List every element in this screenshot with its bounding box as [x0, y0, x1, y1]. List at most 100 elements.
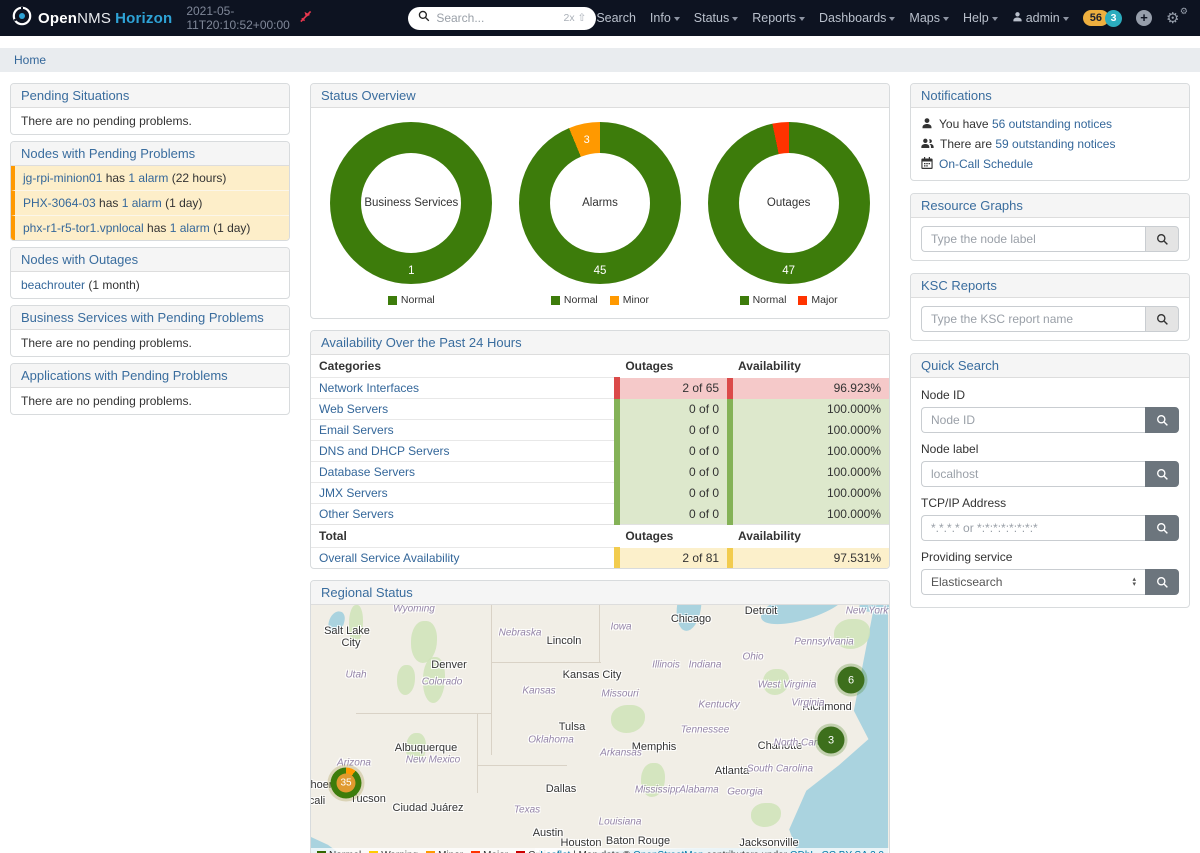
brand[interactable]: OpenNMSHorizon	[12, 6, 172, 31]
row-text: has	[96, 196, 122, 210]
category-link[interactable]: Overall Service Availability	[319, 551, 460, 565]
node-label-input[interactable]	[921, 461, 1145, 487]
nav-item-info[interactable]: Info	[650, 11, 680, 25]
map-state-label: New York	[846, 606, 889, 617]
map-cluster-marker[interactable]: 6	[838, 667, 865, 694]
category-link[interactable]: Other Servers	[319, 507, 394, 521]
category-cell: Overall Service Availability	[311, 548, 617, 569]
ip-address-input[interactable]	[921, 515, 1145, 541]
donut-legend: NormalMajor	[699, 294, 879, 306]
panel-title: KSC Reports	[911, 274, 1189, 298]
field-label-node-label: Node label	[921, 442, 1179, 456]
availability-header-row: CategoriesOutagesAvailability	[311, 355, 889, 378]
nav-item-status[interactable]: Status	[694, 11, 738, 25]
map-state-label: Colorado	[422, 677, 463, 688]
alarm-link[interactable]: 1 alarm	[170, 221, 210, 235]
category-link[interactable]: Email Servers	[319, 423, 394, 437]
regional-status-map[interactable]: DetroitChicagoLincolnSalt LakeCityDenver…	[311, 605, 889, 853]
donut-total-value: 1	[330, 265, 492, 277]
brand-nms: NMS	[77, 10, 111, 27]
ip-address-search-button[interactable]	[1145, 515, 1179, 541]
map-cluster-marker[interactable]: 35	[331, 768, 362, 799]
chevron-down-icon	[943, 17, 949, 21]
nav-item-reports[interactable]: Reports	[752, 11, 805, 25]
state-border-line	[477, 713, 478, 793]
ksc-reports-panel: KSC Reports	[910, 273, 1190, 341]
global-search-input[interactable]	[436, 11, 557, 25]
user-notices-link[interactable]: 56 outstanding notices	[992, 117, 1112, 131]
availability-cell: 97.531%	[730, 548, 889, 569]
nav-item-label: Reports	[752, 11, 796, 25]
map-cluster-marker[interactable]: 3	[818, 727, 845, 754]
gear-icon[interactable]	[1166, 9, 1188, 27]
nav-user-menu[interactable]: admin	[1012, 11, 1069, 25]
panel-title: Pending Situations	[11, 84, 289, 108]
flows-disabled-icon	[299, 10, 312, 26]
oncall-schedule-link[interactable]: On-Call Schedule	[939, 157, 1033, 171]
global-search[interactable]: 2x ⇧	[408, 7, 596, 30]
alarm-link[interactable]: 1 alarm	[122, 196, 162, 210]
node-id-input[interactable]	[921, 407, 1145, 433]
category-link[interactable]: DNS and DHCP Servers	[319, 444, 450, 458]
node-link[interactable]: jg-rpi-minion01	[23, 171, 102, 185]
map-city-label: Ciudad Juárez	[393, 802, 464, 814]
panel-title: Nodes with Pending Problems	[11, 142, 289, 166]
ksc-reports-input[interactable]	[921, 306, 1145, 332]
nav-item-maps[interactable]: Maps	[909, 11, 949, 25]
legend-item: Normal	[551, 294, 598, 306]
cluster-count: 35	[337, 774, 356, 793]
quick-add-icon[interactable]	[1136, 10, 1152, 26]
pending-situations-empty: There are no pending problems.	[11, 108, 289, 134]
map-city-label: Baton Rouge	[606, 835, 670, 847]
map-state-label: Arkansas	[600, 748, 642, 759]
legend-label: Major	[811, 294, 837, 306]
category-link[interactable]: Network Interfaces	[319, 381, 419, 395]
panel-title: Notifications	[911, 84, 1189, 108]
alarm-link[interactable]: 1 alarm	[128, 171, 168, 185]
nav-item-dashboards[interactable]: Dashboards	[819, 11, 895, 25]
user-notices-line: You have 56 outstanding notices	[921, 114, 1179, 134]
providing-service-select[interactable]: Elasticsearch▴▾	[921, 569, 1145, 595]
category-link[interactable]: Web Servers	[319, 402, 388, 416]
nav-item-help[interactable]: Help	[963, 11, 998, 25]
donut-ring[interactable]: Outages47	[708, 122, 870, 284]
donut-ring[interactable]: Business Services1	[330, 122, 492, 284]
donut-ring[interactable]: Alarms345	[519, 122, 681, 284]
users-badge[interactable]: 3	[1105, 10, 1122, 27]
outages-cell: 0 of 0	[617, 441, 730, 462]
map-state-label: Iowa	[610, 622, 631, 633]
map-state-label: Kansas	[522, 686, 555, 697]
all-notices-link[interactable]: 59 outstanding notices	[995, 137, 1115, 151]
map-state-label: Louisiana	[599, 817, 642, 828]
nav-item-label: Info	[650, 11, 671, 25]
node-id-search-button[interactable]	[1145, 407, 1179, 433]
outages-cell: 2 of 81	[617, 548, 730, 569]
category-link[interactable]: JMX Servers	[319, 486, 388, 500]
ksc-reports-search-button[interactable]	[1145, 306, 1179, 332]
forest-shape	[751, 803, 781, 827]
node-link[interactable]: beachrouter	[21, 278, 85, 292]
category-link[interactable]: Database Servers	[319, 465, 415, 479]
panel-title: Applications with Pending Problems	[11, 364, 289, 388]
resource-graphs-search-button[interactable]	[1145, 226, 1179, 252]
brand-product: Horizon	[115, 10, 172, 27]
breadcrumb-home-link[interactable]: Home	[14, 53, 46, 67]
outages-cell: 0 of 0	[617, 399, 730, 420]
map-state-label: Virginia	[791, 698, 824, 709]
map-state-label: Nebraska	[499, 628, 542, 639]
panel-title: Quick Search	[911, 354, 1189, 378]
status-overview-panel: Status Overview Business Services1Normal…	[310, 83, 890, 319]
providing-service-search-button[interactable]	[1145, 569, 1179, 595]
search-shortcut-hint: 2x ⇧	[564, 12, 587, 24]
node-link[interactable]: phx-r1-r5-tor1.vpnlocal	[23, 221, 144, 235]
node-link[interactable]: PHX-3064-03	[23, 196, 96, 210]
resource-graphs-input[interactable]	[921, 226, 1145, 252]
map-state-label: Kentucky	[698, 700, 739, 711]
node-label-search-button[interactable]	[1145, 461, 1179, 487]
nav-item-search[interactable]: Search	[596, 11, 636, 25]
map-state-label: Texas	[514, 805, 540, 816]
map-state-label: Missouri	[601, 689, 638, 700]
legend-swatch	[551, 296, 560, 305]
user-icon	[1012, 11, 1023, 25]
chevron-down-icon	[799, 17, 805, 21]
